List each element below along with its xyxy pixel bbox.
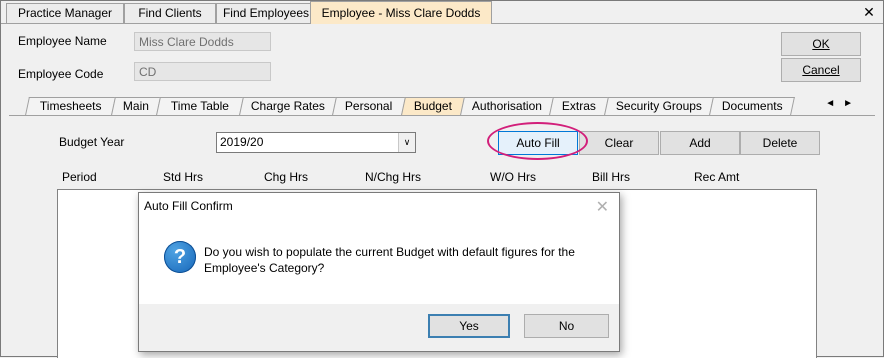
tab-label: Security Groups bbox=[615, 99, 702, 113]
cancel-button[interactable]: Cancel bbox=[781, 58, 861, 82]
tab-label: Charge Rates bbox=[250, 99, 325, 113]
tab-main[interactable]: Main bbox=[111, 97, 161, 115]
budget-year-value: 2019/20 bbox=[220, 135, 264, 149]
dialog-message: Do you wish to populate the current Budg… bbox=[204, 245, 575, 275]
dialog-title: Auto Fill Confirm bbox=[144, 199, 233, 213]
ok-button[interactable]: OK bbox=[781, 32, 861, 56]
tab-label: Authorisation bbox=[471, 99, 542, 113]
tab-documents[interactable]: Documents bbox=[709, 97, 795, 115]
scroll-left-icon[interactable]: ◄ bbox=[825, 98, 843, 109]
tab-employee-miss-clare-dodds[interactable]: Employee - Miss Clare Dodds bbox=[310, 1, 492, 24]
employee-sub-tab-bar: Timesheets Main Time Table Charge Rates … bbox=[9, 96, 875, 116]
tab-charge-rates[interactable]: Charge Rates bbox=[239, 97, 337, 115]
tab-find-employees[interactable]: Find Employees bbox=[216, 3, 316, 23]
tab-label: Practice Manager bbox=[17, 6, 113, 20]
auto-fill-highlight-circle bbox=[487, 122, 588, 160]
question-icon: ? bbox=[164, 241, 196, 273]
application-window: Practice Manager Find Clients Find Emplo… bbox=[0, 0, 884, 358]
column-header-bill-hrs: Bill Hrs bbox=[592, 170, 630, 184]
tab-time-table[interactable]: Time Table bbox=[156, 97, 244, 115]
tab-label: Employee - Miss Clare Dodds bbox=[321, 6, 481, 20]
tab-label: Documents bbox=[721, 99, 783, 113]
close-icon[interactable]: ✕ bbox=[861, 4, 877, 20]
dialog-title-bar[interactable]: Auto Fill Confirm ✕ bbox=[139, 193, 619, 219]
auto-fill-confirm-dialog: Auto Fill Confirm ✕ ? Do you wish to pop… bbox=[138, 192, 620, 352]
column-header-chg-hrs: Chg Hrs bbox=[264, 170, 309, 184]
tab-label: Extras bbox=[561, 99, 596, 113]
chevron-down-icon[interactable]: ∨ bbox=[398, 133, 415, 152]
tab-label: Find Employees bbox=[222, 6, 310, 20]
tab-label: Time Table bbox=[170, 99, 229, 113]
column-header-wo-hrs: W/O Hrs bbox=[490, 170, 536, 184]
employee-name-field[interactable]: Miss Clare Dodds bbox=[134, 32, 271, 51]
tab-timesheets[interactable]: Timesheets bbox=[25, 97, 116, 115]
clear-button[interactable]: Clear bbox=[579, 131, 659, 155]
add-button[interactable]: Add bbox=[660, 131, 740, 155]
tab-personal[interactable]: Personal bbox=[332, 97, 406, 115]
column-header-period: Period bbox=[62, 170, 97, 184]
dialog-body: ? Do you wish to populate the current Bu… bbox=[139, 219, 619, 304]
delete-button[interactable]: Delete bbox=[740, 131, 820, 155]
employee-name-label: Employee Name bbox=[18, 34, 107, 48]
dialog-footer: Yes No bbox=[139, 304, 619, 351]
close-icon[interactable]: ✕ bbox=[596, 197, 609, 217]
budget-year-select[interactable]: 2019/20 ∨ bbox=[216, 132, 416, 153]
tab-label: Personal bbox=[345, 99, 393, 113]
scroll-right-icon[interactable]: ► bbox=[843, 98, 861, 109]
tab-label: Timesheets bbox=[39, 99, 102, 113]
employee-code-field[interactable]: CD bbox=[134, 62, 271, 81]
employee-code-label: Employee Code bbox=[18, 67, 104, 81]
no-button[interactable]: No bbox=[524, 314, 609, 338]
tab-find-clients[interactable]: Find Clients bbox=[124, 3, 216, 23]
tab-security-groups[interactable]: Security Groups bbox=[604, 97, 714, 115]
yes-button[interactable]: Yes bbox=[428, 314, 510, 338]
tab-budget[interactable]: Budget bbox=[401, 97, 465, 115]
tab-extras[interactable]: Extras bbox=[549, 97, 609, 115]
tab-practice-manager[interactable]: Practice Manager bbox=[6, 3, 124, 23]
column-header-nchg-hrs: N/Chg Hrs bbox=[365, 170, 422, 184]
tab-label: Budget bbox=[413, 99, 452, 113]
tab-scroll-arrows: ◄► bbox=[825, 98, 861, 109]
tab-label: Main bbox=[122, 99, 149, 113]
column-header-rec-amt: Rec Amt bbox=[694, 170, 740, 184]
budget-year-label: Budget Year bbox=[59, 135, 125, 149]
column-header-std-hrs: Std Hrs bbox=[163, 170, 204, 184]
document-tab-bar: Practice Manager Find Clients Find Emplo… bbox=[1, 1, 883, 24]
tab-authorisation[interactable]: Authorisation bbox=[460, 97, 554, 115]
tab-label: Find Clients bbox=[138, 6, 202, 20]
